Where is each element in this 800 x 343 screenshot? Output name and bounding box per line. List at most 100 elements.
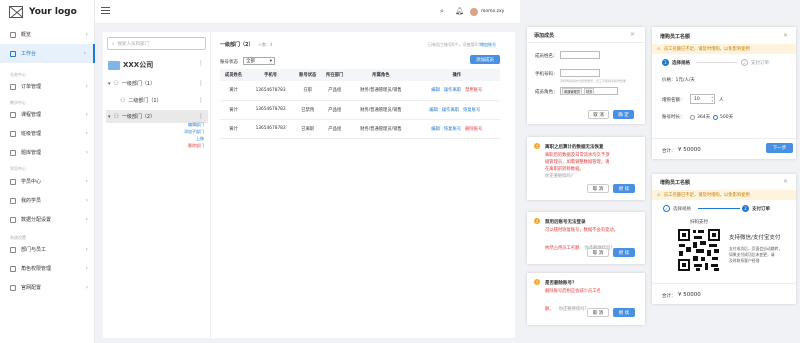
stepper-arrows-icon[interactable]: ▴ ▾ [711, 95, 714, 103]
close-icon[interactable]: ✕ [783, 32, 788, 39]
role-select[interactable]: 普通管理员 财务 [560, 87, 618, 95]
total-label: 合计： [662, 149, 676, 154]
step-1-done-icon: ✓ [663, 205, 670, 212]
department-icon [10, 246, 16, 253]
cancel-button[interactable]: 取 消 [587, 248, 609, 257]
sidebar-item-website[interactable]: 官网配置 › [0, 278, 95, 297]
disable-link[interactable]: 禁用账号 [465, 88, 482, 93]
sidebar-item-my-students[interactable]: 我的学员 › [0, 191, 95, 210]
buy-accounts-link[interactable]: 增加账号 [480, 42, 496, 48]
col-name: 成员姓名 [220, 69, 247, 81]
role-tag[interactable]: 普通管理员 [562, 87, 582, 95]
seat-count-stepper[interactable]: 10 ▴ ▾ [690, 94, 715, 104]
sidebar-item-courses[interactable]: 课程管理 › [0, 105, 95, 124]
chevron-right-icon: › [85, 178, 88, 185]
sidebar-item-orders[interactable]: 订单管理 › [0, 77, 95, 96]
menu-item-move-up[interactable]: 上移 [180, 135, 204, 142]
leave-link[interactable]: 操作离职 [442, 108, 459, 113]
sidebar-item-student-center[interactable]: 学员中心 › [0, 172, 95, 191]
phone-hint: 手机号码将作为登录账号，员工可使用手机号登录 [560, 79, 627, 83]
sidebar-item-data-allocation[interactable]: 数据分配设置 › [0, 210, 95, 229]
tree-search-input[interactable]: ⌕ 搜索人员和部门 [107, 37, 206, 50]
dialog-title: 禁用后账号无法登录 [545, 220, 586, 225]
edit-link[interactable]: 编辑 [431, 88, 440, 93]
dialog-title: 添加成员 [534, 33, 555, 39]
continue-button[interactable]: 继 续 [613, 308, 635, 317]
data-icon [10, 216, 16, 223]
warning-icon: ⚠ [657, 46, 661, 52]
step-line [698, 208, 740, 209]
dept-context-menu: 编辑部门 添加子部门 上移 删除部门 [180, 121, 204, 149]
more-icon[interactable]: ⋮ [198, 80, 204, 87]
continue-button[interactable]: 继 续 [613, 248, 635, 257]
sidebar-item-classes[interactable]: 班级管理 › [0, 124, 95, 143]
chevron-right-icon: › [85, 111, 88, 118]
more-icon[interactable]: ⋮ [198, 60, 204, 67]
table-row: 黄计 13654678783 在职 产品组 财务/普通管理员/销售 编辑 操作离职… [220, 81, 500, 101]
close-icon[interactable]: ✕ [630, 31, 635, 38]
restore-link[interactable]: 恢复账号 [463, 108, 480, 113]
status-filter-select[interactable]: 全部 ▾ [243, 57, 275, 65]
phone-input[interactable] [560, 69, 600, 77]
price-label: 价格：1元/人/天 [662, 78, 695, 83]
card-title: 增购员工名额 [660, 180, 691, 186]
menu-item-edit[interactable]: 编辑部门 [180, 121, 204, 128]
total-value: ¥ 50000 [678, 147, 701, 153]
cancel-button[interactable]: 取 消 [587, 184, 609, 193]
cell-actions: 编辑 操作离职 恢复账号 [413, 100, 500, 120]
period-option-500[interactable]: 500天 [713, 114, 733, 120]
card-title: 增购员工名额 [660, 34, 691, 40]
chevron-right-icon: › [85, 246, 88, 253]
total-value: ¥ 50000 [678, 292, 701, 298]
chevron-right-icon: › [85, 83, 88, 90]
people-icon: ⚇ [113, 80, 119, 87]
department-tree-panel [103, 32, 211, 338]
order-icon [10, 83, 16, 90]
cell-dept: 产品组 [321, 100, 349, 120]
avatar[interactable] [470, 8, 478, 16]
continue-button[interactable]: 继 续 [613, 184, 635, 193]
period-option-364[interactable]: 364天 [690, 114, 710, 120]
cancel-button[interactable]: 取 消 [587, 308, 609, 317]
menu-item-delete[interactable]: 删除部门 [180, 142, 204, 149]
sidebar-item-departments[interactable]: 部门与员工 › [0, 240, 95, 259]
role-icon [10, 265, 16, 272]
next-step-button[interactable]: 下一步 [766, 143, 793, 153]
user-name[interactable]: momo.zxy [481, 9, 504, 14]
cell-phone: 13654678783 [247, 119, 295, 139]
sidebar-item-question-bank[interactable]: 题库管理 › [0, 143, 95, 162]
more-icon[interactable]: ⋮ [198, 113, 204, 120]
name-input[interactable] [560, 51, 600, 59]
cell-name: 黄计 [220, 81, 247, 101]
dialog-title: 离职之后算计的数据无法恢复 [545, 145, 604, 150]
tree-dept-2[interactable]: ⚇ 二级部门（1） [120, 97, 162, 104]
members-table: 成员姓名 手机号 账号状态 所在部门 所属角色 操作 黄计 1365467878… [220, 69, 500, 139]
role-tag[interactable]: 财务 [583, 87, 595, 95]
search-icon[interactable]: ⌕ [440, 7, 444, 16]
bell-icon[interactable]: 🔔︎ [455, 7, 464, 15]
table-row: 黄计 13654678783 已离职 产品组 财务/普通管理员/销售 编辑 恢复账… [220, 119, 500, 139]
more-icon[interactable]: ⋮ [198, 97, 204, 104]
confirm-button[interactable]: 确 定 [613, 110, 634, 119]
cancel-button[interactable]: 取 消 [588, 110, 609, 119]
sidebar-item-workbench[interactable]: 工作台 › [0, 44, 95, 63]
sidebar-item-roles[interactable]: 角色权限管理 › [0, 259, 95, 278]
cell-dept: 产品组 [321, 119, 349, 139]
tree-dept-1b[interactable]: ▾ ⚇ 一级部门（2） [108, 113, 155, 120]
restore-link[interactable]: 恢复账号 [444, 127, 461, 132]
tree-company[interactable]: XXX公司 [108, 60, 153, 70]
cell-role: 财务/普通管理员/销售 [348, 81, 414, 101]
close-icon[interactable]: ✕ [783, 178, 788, 185]
user-icon [10, 197, 16, 204]
add-member-button[interactable]: 添加成员 [470, 55, 500, 64]
website-icon [10, 284, 16, 291]
leave-link[interactable]: 操作离职 [444, 88, 461, 93]
menu-toggle-icon[interactable] [101, 7, 110, 14]
tree-dept-1[interactable]: ▾ ⚇ 一级部门（1） [108, 80, 155, 87]
menu-item-add-sub[interactable]: 添加子部门 [180, 128, 204, 135]
unit-label: 人 [719, 98, 724, 103]
delete-link[interactable]: 删除账号 [465, 127, 482, 132]
sidebar-item-overview[interactable]: 概览 › [0, 25, 95, 44]
edit-link[interactable]: 编辑 [431, 127, 440, 132]
edit-link[interactable]: 编辑 [429, 108, 438, 113]
